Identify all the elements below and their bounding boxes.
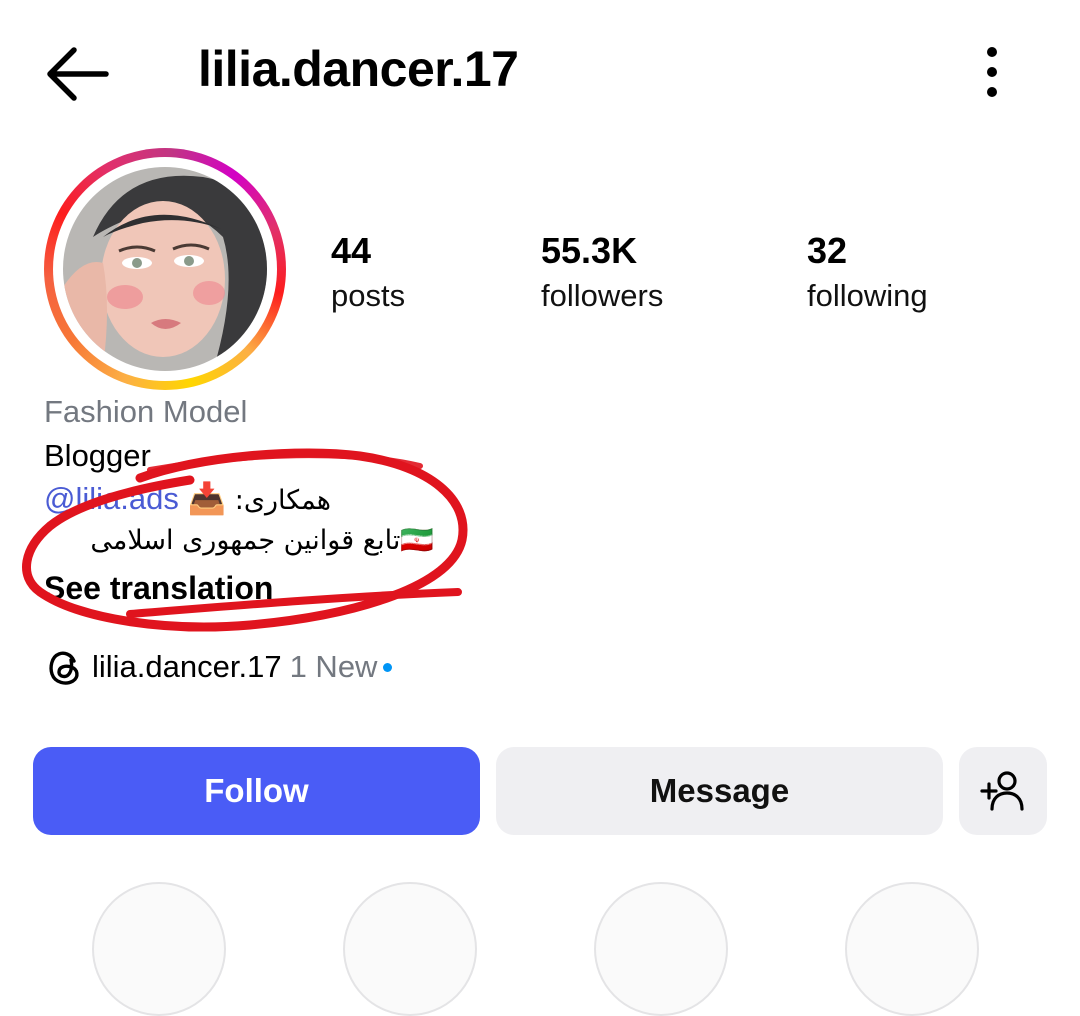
story-highlight[interactable] [594, 882, 728, 1016]
posts-label: posts [331, 278, 406, 313]
profile-category: Fashion Model [44, 394, 248, 429]
followers-label[interactable]: followers [541, 278, 663, 314]
avatar [63, 167, 267, 371]
bio-rtl-text: تابع قوانین جمهوری اسلامی [90, 525, 401, 556]
following-count[interactable]: 32 [807, 230, 847, 272]
new-dot-indicator [383, 662, 393, 672]
bio-collab-line: @lilia.ads 📥 همکاری: [44, 480, 374, 520]
more-options-button[interactable] [970, 44, 1014, 100]
story-highlight[interactable] [343, 882, 477, 1016]
story-ring[interactable] [44, 148, 286, 390]
story-highlight[interactable] [845, 882, 979, 1016]
threads-username: lilia.dancer.17 [92, 649, 282, 684]
follow-button[interactable]: Follow [33, 747, 480, 835]
threads-icon [44, 646, 86, 688]
bio-collab-text: همکاری: [234, 485, 331, 516]
add-user-icon [980, 771, 1024, 811]
suggested-accounts-button[interactable] [959, 747, 1047, 835]
posts-count: 44 [331, 230, 372, 271]
more-vertical-icon [987, 47, 997, 97]
see-translation-link[interactable]: See translation [44, 570, 273, 607]
message-button[interactable]: Message [496, 747, 943, 835]
following-label[interactable]: following [807, 278, 928, 314]
followers-count[interactable]: 55.3K [541, 230, 637, 272]
inbox-tray-icon: 📥 [187, 481, 227, 516]
threads-new-count: 1 New [289, 649, 378, 684]
threads-badge[interactable]: lilia.dancer.17 1 New [44, 646, 393, 690]
bio-line: Blogger [44, 438, 151, 473]
story-highlight[interactable] [92, 882, 226, 1016]
mention-link[interactable]: @lilia.ads [44, 481, 179, 516]
arrow-left-icon [47, 47, 109, 101]
iran-flag-icon: 🇮🇷 [400, 525, 434, 556]
profile-username-title: lilia.dancer.17 [198, 41, 519, 97]
back-button[interactable] [44, 45, 110, 103]
bio-rtl-line: 🇮🇷تابع قوانین جمهوری اسلامی [44, 524, 434, 556]
